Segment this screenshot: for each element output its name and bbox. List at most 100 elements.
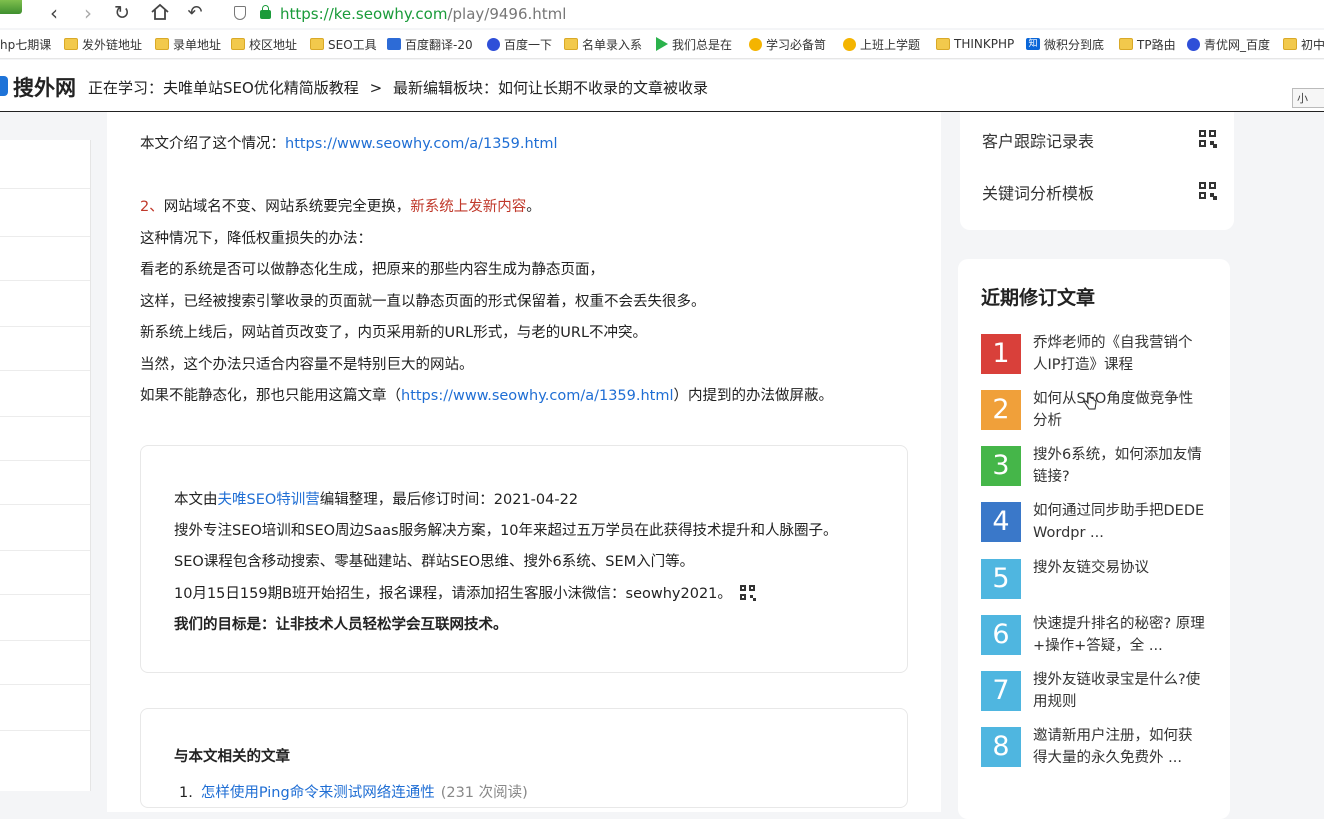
- rail-divider: [0, 640, 90, 641]
- recent-article-title[interactable]: 搜外6系统，如何添加友情链接?: [1033, 444, 1205, 488]
- site-logo[interactable]: 搜外网: [13, 72, 76, 102]
- home-icon[interactable]: [148, 2, 172, 26]
- bookmark-item[interactable]: 发外链地址: [64, 36, 142, 52]
- browser-toolbar: ‹ › ↻ ↶ https://ke.seowhy.com/play/9496.…: [0, 0, 1324, 28]
- recent-article-title[interactable]: 邀请新用户注册，如何获得大量的永久免费外 ...: [1033, 725, 1205, 769]
- bookmark-item[interactable]: 百度翻译-20: [387, 36, 473, 52]
- recent-article-title[interactable]: 搜外友链收录宝是什么?使用规则: [1033, 669, 1205, 713]
- bookmark-item[interactable]: 初中: [1283, 36, 1324, 52]
- bookmark-item[interactable]: TP路由: [1119, 36, 1176, 52]
- folder-icon: [155, 38, 169, 50]
- rail-divider: [0, 460, 90, 461]
- rank-badge: 6: [981, 615, 1021, 655]
- rank-badge: 8: [981, 727, 1021, 767]
- pip-button[interactable]: 小: [1292, 88, 1324, 108]
- bookmark-item[interactable]: 录单地址: [155, 36, 221, 52]
- forward-icon[interactable]: ›: [76, 2, 100, 26]
- related-articles: 与本文相关的文章 1. 怎样使用Ping命令来测试网络连通性 (231 次阅读): [140, 708, 908, 808]
- bookmark-item[interactable]: SEO工具: [310, 36, 377, 52]
- point-text: 网站域名不变、网站系统要完全更换，: [163, 199, 411, 215]
- related-title: 与本文相关的文章: [174, 749, 290, 765]
- bookmark-item[interactable]: 名单录入系: [564, 36, 642, 52]
- recent-article-item[interactable]: 4 如何通过同步助手把DEDE Wordpr ...: [981, 501, 1211, 545]
- folder-icon: [564, 38, 578, 50]
- tool-link[interactable]: 关键词分析模板: [982, 180, 1094, 204]
- qrcode-icon[interactable]: [739, 585, 756, 601]
- rail-divider: [0, 684, 90, 685]
- bookmark-item[interactable]: 校区地址: [231, 36, 297, 52]
- tab-thumbnail-icon[interactable]: [0, 0, 22, 14]
- partial-text: 本文介绍了这个情况：: [140, 136, 285, 152]
- folder-icon: [1283, 38, 1297, 50]
- bookmark-item[interactable]: hp七期课: [0, 36, 51, 52]
- recent-article-item[interactable]: 6 快速提升排名的秘密? 原理+操作+答疑，全 ...: [981, 614, 1211, 658]
- qrcode-icon[interactable]: [1199, 182, 1217, 200]
- shield-icon[interactable]: [234, 6, 246, 20]
- baidu-paw-icon: [1187, 37, 1200, 51]
- rail-divider: [0, 504, 90, 505]
- play-icon: [656, 37, 668, 51]
- undo-icon[interactable]: ↶: [183, 2, 207, 26]
- paragraph-text: ）内提到的办法做屏蔽。: [673, 388, 834, 404]
- recent-article-title[interactable]: 如何通过同步助手把DEDE Wordpr ...: [1033, 500, 1205, 544]
- bookmark-item[interactable]: 知微积分到底: [1026, 36, 1104, 52]
- bookmark-label: 初中: [1301, 37, 1324, 52]
- recent-article-title[interactable]: 搜外友链交易协议: [1033, 557, 1205, 579]
- recent-title: 近期修订文章: [981, 287, 1096, 309]
- tool-link[interactable]: 客户跟踪记录表: [982, 128, 1094, 152]
- qrcode-icon[interactable]: [1199, 130, 1217, 148]
- bookmark-label: 我们总是在: [672, 37, 733, 52]
- rank-badge: 1: [981, 334, 1021, 374]
- recent-article-item[interactable]: 8 邀请新用户注册，如何获得大量的永久免费外 ...: [981, 726, 1211, 770]
- author-link[interactable]: 夫唯SEO特训营: [218, 492, 320, 508]
- bookmark-label: hp七期课: [0, 37, 52, 52]
- bookmark-item[interactable]: THINKPHP: [936, 36, 1014, 52]
- breadcrumb-current: 最新编辑板块：如何让长期不收录的文章被收录: [392, 79, 708, 97]
- rank-badge: 5: [981, 559, 1021, 599]
- recent-article-title[interactable]: 乔烨老师的《自我营销个人IP打造》课程: [1033, 332, 1205, 376]
- recent-article-title[interactable]: 如何从SEO角度做竞争性分析: [1033, 388, 1205, 432]
- article-point-2: 2、网站域名不变、网站系统要完全更换，新系统上发新内容。: [140, 195, 541, 216]
- bookmark-label: SEO工具: [328, 37, 377, 52]
- info-text: 本文由: [174, 492, 218, 508]
- related-item[interactable]: 1. 怎样使用Ping命令来测试网络连通性 (231 次阅读): [179, 781, 528, 802]
- bookmark-item[interactable]: 我们总是在: [656, 36, 732, 52]
- bookmark-label: 名单录入系: [582, 37, 643, 52]
- rail-divider: [0, 416, 90, 417]
- article-paragraph: 这种情况下，降低权重损失的办法：: [140, 231, 372, 247]
- folder-icon: [1119, 38, 1133, 50]
- breadcrumb-course[interactable]: 正在学习：夫唯单站SEO优化精简版教程: [88, 79, 359, 97]
- recent-article-item[interactable]: 5 搜外友链交易协议: [981, 558, 1211, 602]
- recent-article-title[interactable]: 快速提升排名的秘密? 原理+操作+答疑，全 ...: [1033, 613, 1205, 657]
- reload-icon[interactable]: ↻: [110, 2, 134, 26]
- tools-card: 客户跟踪记录表 关键词分析模板: [960, 112, 1234, 230]
- rail-divider: [0, 370, 90, 371]
- url-text[interactable]: https://ke.seowhy.com/play/9496.html: [280, 5, 566, 23]
- rail-divider: [0, 188, 90, 189]
- logo-icon[interactable]: [0, 76, 8, 96]
- article-link[interactable]: https://www.seowhy.com/a/1359.html: [285, 136, 558, 152]
- recent-article-item[interactable]: 7 搜外友链收录宝是什么?使用规则: [981, 670, 1211, 714]
- related-reads: (231 次阅读): [440, 785, 528, 801]
- breadcrumb: 正在学习：夫唯单站SEO优化精简版教程 > 最新编辑板块：如何让长期不收录的文章…: [88, 77, 714, 98]
- recent-articles-card: 近期修订文章 1 乔烨老师的《自我营销个人IP打造》课程 2 如何从SEO角度做竞争性…: [958, 259, 1230, 819]
- rail-divider: [0, 236, 90, 237]
- bookmark-label: TP路由: [1137, 37, 1176, 52]
- bookmark-label: 上班上学题: [860, 37, 921, 52]
- address-bar[interactable]: https://ke.seowhy.com/play/9496.html: [230, 2, 1320, 26]
- recent-article-item[interactable]: 3 搜外6系统，如何添加友情链接?: [981, 445, 1211, 489]
- folder-icon: [310, 38, 324, 50]
- bookmark-item[interactable]: 青优网_百度: [1187, 36, 1270, 52]
- article-link[interactable]: https://www.seowhy.com/a/1359.html: [401, 388, 674, 404]
- recent-article-item[interactable]: 1 乔烨老师的《自我营销个人IP打造》课程: [981, 333, 1211, 377]
- bookmark-item[interactable]: 百度一下: [487, 36, 552, 52]
- related-link[interactable]: 怎样使用Ping命令来测试网络连通性: [201, 785, 435, 801]
- bookmark-item[interactable]: 学习必备笥: [749, 36, 826, 52]
- bookmark-label: THINKPHP: [954, 37, 1015, 51]
- info-line: SEO课程包含移动搜索、零基础建站、群站SEO思维、搜外6系统、SEM入门等。: [174, 554, 695, 570]
- back-icon[interactable]: ‹: [42, 2, 66, 26]
- bookmark-item[interactable]: 上班上学题: [843, 36, 920, 52]
- related-num: 1.: [179, 785, 193, 801]
- bee-icon: [843, 37, 856, 51]
- bookmark-label: 发外链地址: [82, 37, 143, 52]
